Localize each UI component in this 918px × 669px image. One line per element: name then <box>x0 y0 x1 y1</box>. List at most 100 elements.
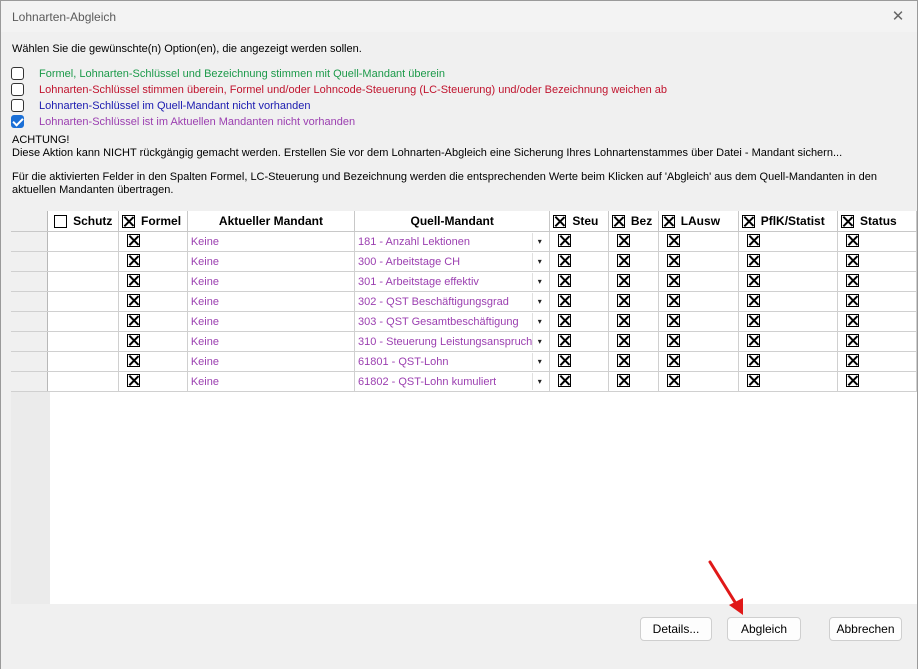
steu-cell[interactable] <box>549 371 609 392</box>
option-checkbox[interactable] <box>11 115 24 128</box>
details-button[interactable]: Details... <box>640 617 712 641</box>
schutz-header-checkbox[interactable] <box>54 214 68 228</box>
table-row[interactable]: Keine 61801 - QST-Lohn ▾ <box>11 351 917 372</box>
pflk-checkbox[interactable] <box>746 313 760 327</box>
lausw-cell[interactable] <box>658 251 739 272</box>
status-cell[interactable] <box>837 231 917 252</box>
formel-cell[interactable] <box>118 351 188 372</box>
lausw-cell[interactable] <box>658 271 739 292</box>
quell-mandant-combo[interactable]: 302 - QST Beschäftigungsgrad ▾ <box>354 291 551 312</box>
bez-cell[interactable] <box>608 331 659 352</box>
bez-checkbox[interactable] <box>616 333 630 347</box>
dropdown-arrow-icon[interactable]: ▾ <box>532 313 546 330</box>
status-checkbox[interactable] <box>846 253 860 267</box>
column-header-formel[interactable]: Formel <box>118 211 188 232</box>
pflk-checkbox[interactable] <box>746 373 760 387</box>
schutz-cell[interactable] <box>47 291 120 312</box>
row-header[interactable] <box>11 271 49 292</box>
formel-checkbox[interactable] <box>127 313 141 327</box>
dropdown-arrow-icon[interactable]: ▾ <box>532 373 546 390</box>
table-row[interactable]: Keine 301 - Arbeitstage effektiv ▾ <box>11 271 917 292</box>
bez-cell[interactable] <box>608 311 659 332</box>
lausw-checkbox[interactable] <box>666 373 680 387</box>
lausw-header-checkbox[interactable] <box>661 214 675 228</box>
quell-mandant-combo[interactable]: 310 - Steuerung Leistungsanspruch ▾ <box>354 331 551 352</box>
status-cell[interactable] <box>837 251 917 272</box>
lausw-cell[interactable] <box>658 291 739 312</box>
formel-cell[interactable] <box>118 371 188 392</box>
lausw-checkbox[interactable] <box>666 233 680 247</box>
bez-checkbox[interactable] <box>616 353 630 367</box>
status-cell[interactable] <box>837 291 917 312</box>
abgleich-button[interactable]: Abgleich <box>727 617 801 641</box>
pflk-cell[interactable] <box>738 251 839 272</box>
status-cell[interactable] <box>837 311 917 332</box>
lausw-checkbox[interactable] <box>666 293 680 307</box>
steu-checkbox[interactable] <box>558 273 572 287</box>
pflk-checkbox[interactable] <box>746 333 760 347</box>
pflk-checkbox[interactable] <box>746 293 760 307</box>
row-header[interactable] <box>11 351 49 372</box>
row-header[interactable] <box>11 251 49 272</box>
formel-cell[interactable] <box>118 251 188 272</box>
quell-mandant-combo[interactable]: 301 - Arbeitstage effektiv ▾ <box>354 271 551 292</box>
lausw-cell[interactable] <box>658 371 739 392</box>
option-checkbox[interactable] <box>11 67 24 80</box>
bez-cell[interactable] <box>608 231 659 252</box>
column-header-schutz[interactable]: Schutz <box>47 211 120 232</box>
formel-checkbox[interactable] <box>127 353 141 367</box>
dropdown-arrow-icon[interactable]: ▾ <box>532 293 546 310</box>
status-checkbox[interactable] <box>846 333 860 347</box>
pflk-checkbox[interactable] <box>746 233 760 247</box>
quell-mandant-combo[interactable]: 181 - Anzahl Lektionen ▾ <box>354 231 551 252</box>
formel-checkbox[interactable] <box>127 253 141 267</box>
steu-cell[interactable] <box>549 291 609 312</box>
option-checkbox[interactable] <box>11 83 24 96</box>
row-header[interactable] <box>11 311 49 332</box>
bez-cell[interactable] <box>608 271 659 292</box>
lausw-cell[interactable] <box>658 311 739 332</box>
option-row[interactable]: Lohnarten-Schlüssel ist im Aktuellen Man… <box>11 114 355 129</box>
status-checkbox[interactable] <box>846 353 860 367</box>
table-row[interactable]: Keine 181 - Anzahl Lektionen ▾ <box>11 231 917 252</box>
formel-header-checkbox[interactable] <box>122 214 136 228</box>
formel-cell[interactable] <box>118 311 188 332</box>
bez-checkbox[interactable] <box>616 313 630 327</box>
dropdown-arrow-icon[interactable]: ▾ <box>532 253 546 270</box>
pflk-header-checkbox[interactable] <box>741 214 755 228</box>
schutz-cell[interactable] <box>47 351 120 372</box>
steu-cell[interactable] <box>549 351 609 372</box>
formel-checkbox[interactable] <box>127 333 141 347</box>
row-header[interactable] <box>11 371 49 392</box>
status-checkbox[interactable] <box>846 273 860 287</box>
option-row[interactable]: Lohnarten-Schlüssel im Quell-Mandant nic… <box>11 98 311 113</box>
table-row[interactable]: Keine 302 - QST Beschäftigungsgrad ▾ <box>11 291 917 312</box>
column-header-quell-mandant[interactable]: Quell-Mandant <box>354 211 551 232</box>
steu-checkbox[interactable] <box>558 313 572 327</box>
bez-checkbox[interactable] <box>616 373 630 387</box>
column-header-lausw[interactable]: LAusw <box>658 211 739 232</box>
lausw-checkbox[interactable] <box>666 273 680 287</box>
quell-mandant-combo[interactable]: 303 - QST Gesamtbeschäftigung ▾ <box>354 311 551 332</box>
dropdown-arrow-icon[interactable]: ▾ <box>532 233 546 250</box>
bez-checkbox[interactable] <box>616 233 630 247</box>
pflk-checkbox[interactable] <box>746 353 760 367</box>
table-row[interactable]: Keine 61802 - QST-Lohn kumuliert ▾ <box>11 371 917 392</box>
status-checkbox[interactable] <box>846 373 860 387</box>
steu-cell[interactable] <box>549 251 609 272</box>
pflk-cell[interactable] <box>738 271 839 292</box>
quell-mandant-combo[interactable]: 300 - Arbeitstage CH ▾ <box>354 251 551 272</box>
steu-cell[interactable] <box>549 271 609 292</box>
option-row[interactable]: Formel, Lohnarten-Schlüssel und Bezeichn… <box>11 66 445 81</box>
quell-mandant-combo[interactable]: 61801 - QST-Lohn ▾ <box>354 351 551 372</box>
formel-checkbox[interactable] <box>127 273 141 287</box>
status-cell[interactable] <box>837 331 917 352</box>
bez-checkbox[interactable] <box>616 273 630 287</box>
column-header-bez[interactable]: Bez <box>608 211 659 232</box>
schutz-cell[interactable] <box>47 371 120 392</box>
steu-checkbox[interactable] <box>558 253 572 267</box>
schutz-cell[interactable] <box>47 231 120 252</box>
status-cell[interactable] <box>837 271 917 292</box>
dropdown-arrow-icon[interactable]: ▾ <box>532 353 546 370</box>
lausw-checkbox[interactable] <box>666 333 680 347</box>
